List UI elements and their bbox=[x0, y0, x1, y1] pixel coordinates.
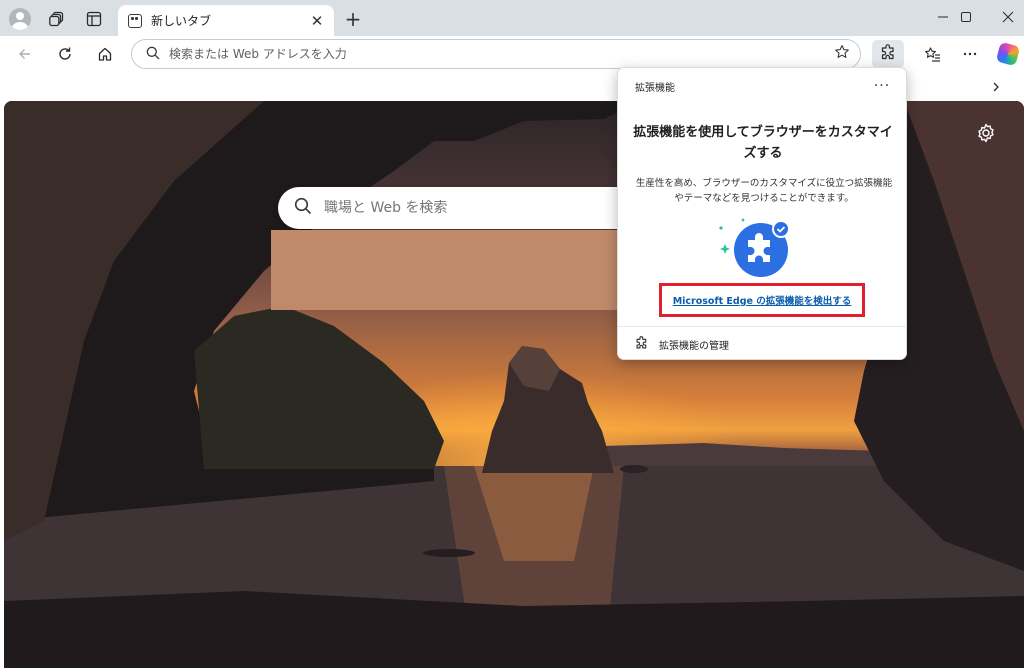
title-bar: 新しいタブ ✕ + bbox=[0, 0, 1024, 36]
popup-title: 拡張機能 bbox=[635, 82, 675, 94]
favorite-star-icon[interactable] bbox=[834, 44, 850, 64]
chevron-right-icon[interactable] bbox=[986, 77, 1006, 97]
manage-extensions-item[interactable]: 拡張機能の管理 bbox=[618, 329, 906, 359]
close-icon[interactable]: ✕ bbox=[308, 12, 326, 30]
popup-header: 拡張機能 ··· bbox=[618, 68, 906, 104]
discover-extensions-link[interactable]: Microsoft Edge の拡張機能を検出する bbox=[673, 293, 852, 307]
extensions-icon bbox=[880, 43, 897, 65]
ntp-search-input[interactable] bbox=[324, 200, 604, 216]
home-icon[interactable] bbox=[91, 40, 119, 68]
close-icon[interactable] bbox=[985, 0, 1024, 34]
extensions-icon bbox=[635, 335, 649, 354]
tab-actions-icon[interactable] bbox=[81, 6, 107, 32]
new-tab-page-icon bbox=[128, 13, 142, 28]
popup-heading: 拡張機能を使用してブラウザーをカスタマイズする bbox=[633, 125, 893, 161]
search-icon bbox=[294, 197, 312, 219]
more-options-icon[interactable]: ··· bbox=[870, 78, 894, 94]
tab-title: 新しいタブ bbox=[151, 14, 212, 28]
discover-link-highlight: Microsoft Edge の拡張機能を検出する bbox=[659, 283, 865, 317]
extensions-popup: 拡張機能 ··· 拡張機能を使用してブラウザーをカスタマイズする 生産性を高め、… bbox=[617, 67, 907, 360]
ntp-search-box[interactable] bbox=[278, 187, 638, 229]
favorites-icon[interactable] bbox=[918, 40, 946, 68]
address-input[interactable] bbox=[169, 47, 834, 61]
more-icon[interactable] bbox=[956, 40, 984, 68]
search-icon bbox=[146, 45, 160, 64]
copilot-button[interactable] bbox=[994, 40, 1022, 68]
toolbar bbox=[0, 36, 1024, 71]
back-icon[interactable] bbox=[11, 40, 39, 68]
refresh-icon[interactable] bbox=[51, 40, 79, 68]
tab-new-tab[interactable]: 新しいタブ ✕ bbox=[118, 5, 334, 36]
popup-divider bbox=[618, 326, 906, 327]
profile-avatar[interactable] bbox=[9, 8, 31, 30]
new-tab-button[interactable]: + bbox=[340, 6, 366, 32]
copilot-icon bbox=[995, 41, 1021, 67]
address-bar[interactable] bbox=[131, 39, 861, 69]
popup-description: 生産性を高め、ブラウザーのカスタマイズに役立つ拡張機能やテーマなどを見つけること… bbox=[635, 178, 893, 204]
extensions-button[interactable] bbox=[872, 40, 904, 68]
workspaces-icon[interactable] bbox=[44, 6, 70, 32]
maximize-icon[interactable] bbox=[943, 0, 989, 34]
extensions-illustration-icon bbox=[719, 218, 790, 277]
settings-gear-icon[interactable] bbox=[973, 120, 999, 146]
redacted-area bbox=[271, 230, 617, 310]
manage-extensions-label: 拡張機能の管理 bbox=[659, 340, 729, 352]
